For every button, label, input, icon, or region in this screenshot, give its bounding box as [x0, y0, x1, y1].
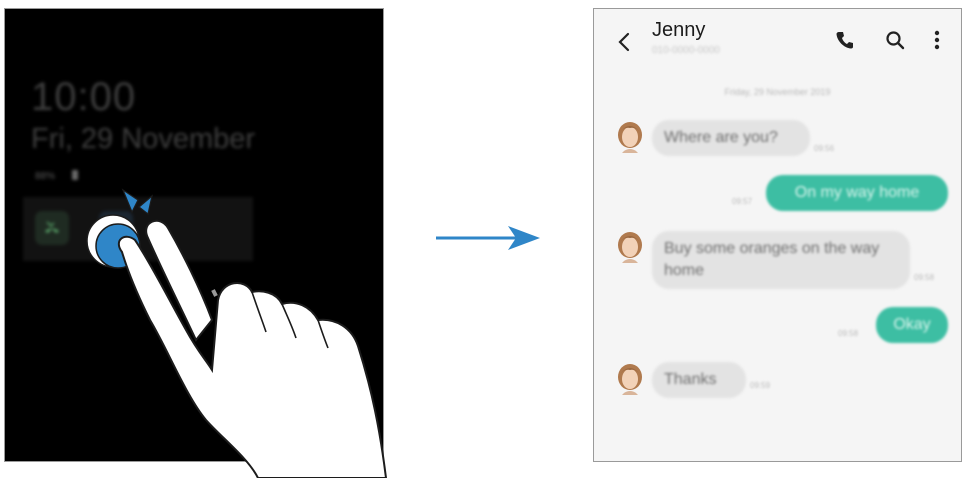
message-bubble-incoming[interactable]: Where are you? [652, 120, 810, 156]
phone-icon [836, 32, 853, 49]
message-bubble-incoming[interactable]: Buy some oranges on the way home [652, 231, 910, 289]
more-options-button[interactable] [924, 27, 950, 53]
message-bubble-outgoing[interactable]: On my way home [766, 175, 948, 211]
message-bubble-outgoing[interactable]: Okay [876, 307, 948, 343]
message-time: 09:56 [814, 144, 835, 153]
hand-outline [117, 235, 388, 478]
avatar[interactable] [616, 231, 644, 263]
message-time: 09:59 [750, 381, 771, 390]
chevron-left-icon [618, 32, 630, 52]
back-button[interactable] [612, 27, 636, 57]
arrow-right-icon [436, 226, 540, 250]
call-button[interactable] [832, 27, 858, 53]
search-icon [886, 31, 905, 50]
tap-mark-icon [121, 188, 139, 214]
tap-mark-icon-2 [138, 194, 153, 216]
avatar[interactable] [616, 363, 644, 395]
more-vertical-icon [934, 30, 940, 50]
message-time: 09:57 [732, 197, 753, 206]
message-time: 09:58 [838, 329, 859, 338]
search-button[interactable] [882, 27, 908, 53]
avatar[interactable] [616, 121, 644, 153]
message-time: 09:58 [914, 273, 935, 282]
contact-number: 010-0000-0000 [652, 45, 720, 56]
chat-screen: Jenny 010-0000-0000 Friday, 29 November … [593, 8, 962, 462]
date-divider: Friday, 29 November 2019 [724, 87, 831, 97]
message-bubble-incoming[interactable]: Thanks [652, 362, 746, 398]
contact-name: Jenny [652, 19, 706, 41]
double-tap-gesture-illustration [86, 188, 388, 478]
